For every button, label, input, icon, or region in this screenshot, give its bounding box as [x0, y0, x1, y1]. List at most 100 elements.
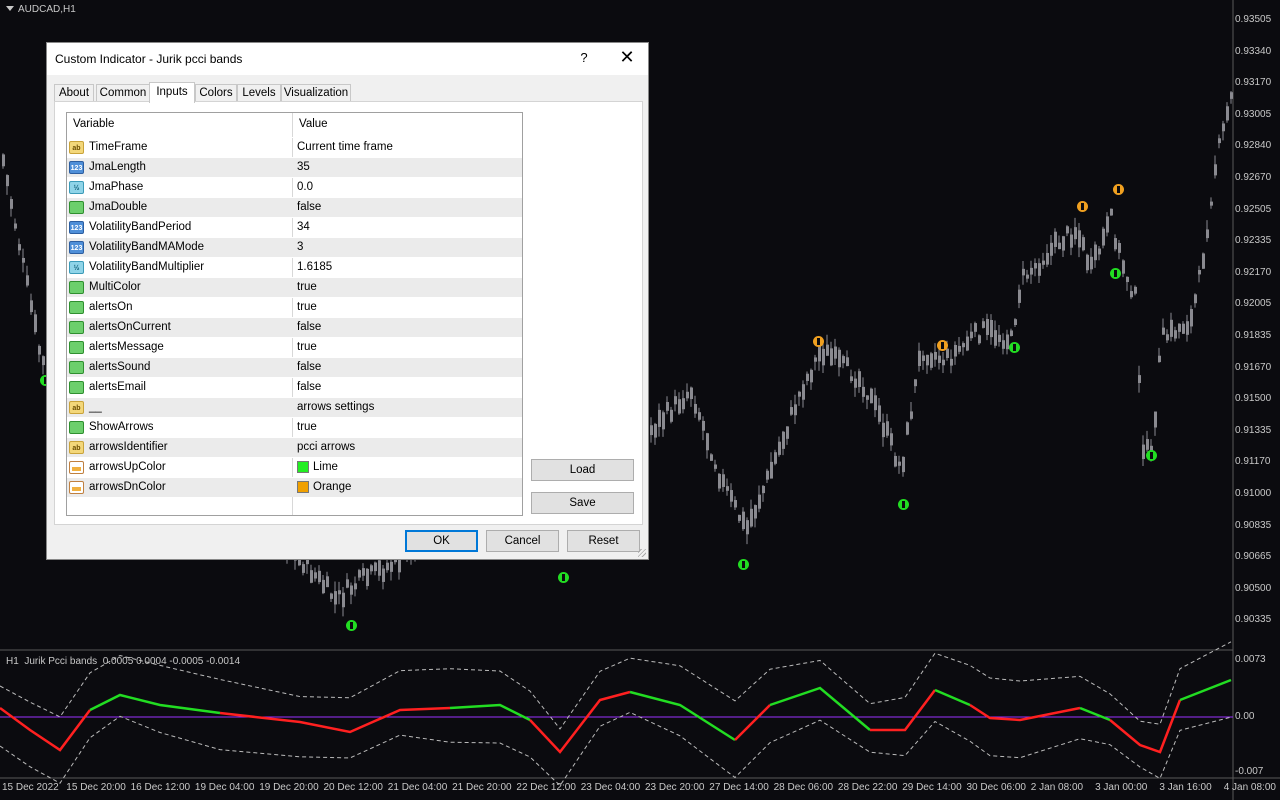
- input-row[interactable]: ShowArrows true: [67, 417, 522, 437]
- up-arrow-icon: [1146, 450, 1157, 461]
- input-row[interactable]: 123 VolatilityBandPeriod 34: [67, 217, 522, 237]
- resize-grip-icon[interactable]: [638, 549, 646, 557]
- variable-value[interactable]: true: [297, 281, 317, 293]
- candle-body: [1146, 439, 1149, 450]
- input-row[interactable]: arrowsDnColor Orange: [67, 477, 522, 497]
- candle-body: [1094, 244, 1097, 261]
- candle-body: [6, 175, 9, 187]
- close-icon[interactable]: ✕: [617, 47, 637, 68]
- tab-visualization[interactable]: Visualization: [281, 84, 351, 101]
- candle-body: [838, 349, 841, 368]
- variable-value[interactable]: true: [297, 341, 317, 353]
- input-row[interactable]: ½ JmaPhase 0.0: [67, 177, 522, 197]
- variable-value[interactable]: false: [297, 321, 321, 333]
- input-row[interactable]: alertsOn true: [67, 297, 522, 317]
- input-row[interactable]: ab __ arrows settings: [67, 397, 522, 417]
- input-row[interactable]: 123 VolatilityBandMAMode 3: [67, 237, 522, 257]
- input-row[interactable]: alertsSound false: [67, 357, 522, 377]
- candle-body: [1106, 216, 1109, 233]
- dialog-titlebar[interactable]: Custom Indicator - Jurik pcci bands ? ✕: [47, 43, 648, 75]
- input-row[interactable]: ½ VolatilityBandMultiplier 1.6185: [67, 257, 522, 277]
- up-arrow-icon: [558, 572, 569, 583]
- color-swatch[interactable]: [297, 461, 309, 473]
- candle-body: [918, 350, 921, 367]
- boolean-type-icon: [69, 341, 84, 354]
- input-row[interactable]: 123 JmaLength 35: [67, 157, 522, 177]
- color-swatch[interactable]: [297, 481, 309, 493]
- input-row[interactable]: alertsOnCurrent false: [67, 317, 522, 337]
- candle-body: [1038, 263, 1041, 276]
- help-icon[interactable]: ?: [577, 50, 591, 65]
- variable-value[interactable]: 34: [297, 221, 310, 233]
- down-arrow-icon: [1077, 201, 1088, 212]
- candle-body: [950, 358, 953, 366]
- variable-name: TimeFrame: [89, 141, 148, 153]
- time-tick-label: 21 Dec 20:00: [452, 782, 512, 793]
- down-arrow-icon: [1113, 184, 1124, 195]
- indicator-window-title: H1 Jurik Pcci bands 0.0005 0.0004 -0.000…: [6, 656, 241, 667]
- input-row[interactable]: ab TimeFrame Current time frame: [67, 137, 522, 157]
- candle-body: [398, 558, 401, 573]
- time-tick-label: 3 Jan 16:00: [1159, 782, 1212, 793]
- tab-levels[interactable]: Levels: [237, 84, 281, 101]
- variable-value[interactable]: arrows settings: [297, 401, 374, 413]
- time-tick-label: 23 Dec 04:00: [580, 782, 641, 793]
- candle-body: [894, 455, 897, 467]
- input-row[interactable]: alertsEmail false: [67, 377, 522, 397]
- down-arrow-icon: [813, 336, 824, 347]
- tab-colors[interactable]: Colors: [195, 84, 237, 101]
- input-row[interactable]: arrowsUpColor Lime: [67, 457, 522, 477]
- tab-about[interactable]: About: [54, 84, 94, 101]
- input-row[interactable]: ab arrowsIdentifier pcci arrows: [67, 437, 522, 457]
- variable-name: __: [89, 401, 102, 413]
- variable-value[interactable]: pcci arrows: [297, 441, 355, 453]
- candle-body: [18, 244, 21, 251]
- candle-body: [326, 576, 329, 588]
- candle-body: [922, 355, 925, 361]
- variable-value[interactable]: false: [297, 361, 321, 373]
- candle-body: [782, 431, 785, 449]
- boolean-type-icon: [69, 321, 84, 334]
- input-row[interactable]: MultiColor true: [67, 277, 522, 297]
- load-button[interactable]: Load: [531, 459, 634, 481]
- variable-value[interactable]: 35: [297, 161, 310, 173]
- up-arrow-icon: [898, 499, 909, 510]
- candle-body: [1186, 321, 1189, 335]
- price-tick-label: 0.93340: [1235, 45, 1272, 57]
- input-row[interactable]: JmaDouble false: [67, 197, 522, 217]
- input-row[interactable]: alertsMessage true: [67, 337, 522, 357]
- variable-name: VolatilityBandMAMode: [89, 241, 205, 253]
- reset-button[interactable]: Reset: [567, 530, 640, 552]
- price-tick-label: 0.91500: [1235, 393, 1272, 405]
- candle-body: [338, 590, 341, 595]
- variable-value[interactable]: 1.6185: [297, 261, 332, 273]
- time-tick-label: 28 Dec 06:00: [773, 782, 834, 793]
- candle-body: [698, 412, 701, 420]
- price-tick-label: 0.90335: [1235, 614, 1272, 626]
- candle-body: [1082, 237, 1085, 251]
- tab-inputs[interactable]: Inputs: [149, 82, 195, 103]
- variable-value[interactable]: false: [297, 201, 321, 213]
- cancel-button[interactable]: Cancel: [486, 530, 559, 552]
- candle-body: [998, 334, 1001, 342]
- candle-body: [742, 511, 745, 530]
- variable-value[interactable]: Current time frame: [297, 141, 393, 153]
- variable-value[interactable]: Orange: [313, 481, 351, 493]
- variable-value[interactable]: 0.0: [297, 181, 313, 193]
- variable-value[interactable]: false: [297, 381, 321, 393]
- tab-common[interactable]: Common: [96, 84, 150, 101]
- candle-body: [834, 346, 837, 359]
- candle-body: [830, 348, 833, 366]
- price-tick-label: 0.92670: [1235, 172, 1272, 183]
- candle-body: [2, 154, 5, 167]
- candle-body: [314, 572, 317, 579]
- candle-body: [906, 422, 909, 435]
- save-button[interactable]: Save: [531, 492, 634, 514]
- variable-value[interactable]: true: [297, 421, 317, 433]
- variable-value[interactable]: 3: [297, 241, 303, 253]
- candle-body: [702, 420, 705, 431]
- ok-button[interactable]: OK: [405, 530, 478, 552]
- variable-value[interactable]: Lime: [313, 461, 338, 473]
- candle-body: [794, 404, 797, 416]
- variable-value[interactable]: true: [297, 301, 317, 313]
